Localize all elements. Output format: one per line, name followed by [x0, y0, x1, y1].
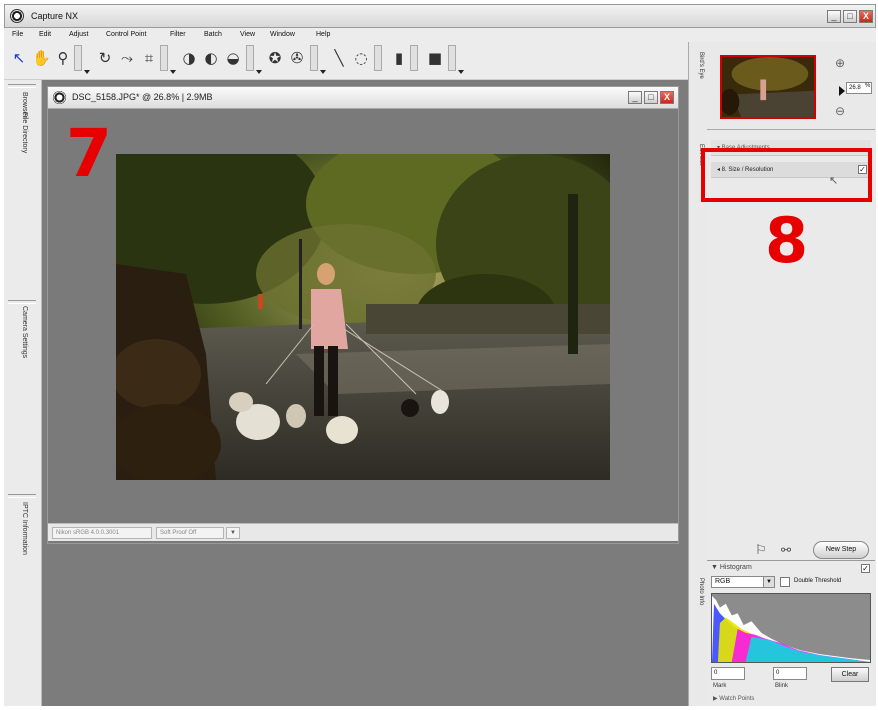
new-step-button[interactable]: New Step — [813, 541, 869, 559]
toolbar-handle[interactable] — [246, 45, 254, 71]
white-point-icon[interactable]: ◐ — [202, 47, 220, 69]
menu-view[interactable]: View — [240, 31, 255, 38]
toolbar-handle[interactable] — [410, 45, 418, 71]
menu-batch[interactable]: Batch — [204, 31, 222, 38]
chevron-down-icon[interactable]: ▼ — [226, 527, 240, 539]
red-eye-icon[interactable]: ✪ — [266, 47, 284, 69]
panel-divider — [8, 84, 36, 88]
zoom-unit: % — [865, 83, 871, 89]
capture-nx-logo-icon — [53, 91, 66, 104]
chevron-down-icon[interactable] — [256, 70, 262, 74]
clear-button[interactable]: Clear — [831, 667, 869, 682]
tab-iptc-information[interactable]: IPTC Information — [14, 502, 28, 555]
minimize-button[interactable]: _ — [827, 10, 841, 23]
menu-adjust[interactable]: Adjust — [69, 31, 88, 38]
zoom-out-icon[interactable]: ⊖ — [835, 104, 845, 118]
double-threshold-checkbox[interactable] — [780, 577, 790, 587]
tab-file-directory[interactable]: File Directory — [14, 112, 28, 153]
histogram-min-field[interactable]: 0 — [711, 667, 745, 680]
menu-filter[interactable]: Filter — [170, 31, 186, 38]
zoom-icon[interactable]: ⚲ — [54, 47, 72, 69]
app-title: Capture NX — [31, 11, 79, 21]
birds-eye-thumbnail[interactable] — [720, 55, 816, 119]
neutral-point-icon[interactable]: ◒ — [224, 47, 242, 69]
watch-points-section[interactable]: ▶ Watch Points — [713, 695, 754, 702]
right-panel: Bird's Eye Edit List Photo Info ⊕ 26.8 %… — [688, 42, 876, 706]
histogram-panel: ▼ Histogram ✓ RGB ▼ Double Threshold 0 0… — [707, 560, 875, 706]
menu-control-point[interactable]: Control Point — [106, 31, 146, 38]
maximize-button[interactable]: □ — [843, 10, 857, 23]
menu-file[interactable]: File — [12, 31, 23, 38]
lasso-icon[interactable]: ◌ — [352, 47, 370, 69]
doc-minimize-button[interactable]: _ — [628, 91, 642, 104]
histogram-max-field[interactable]: 0 — [773, 667, 807, 680]
step-number-8: 8 — [765, 204, 809, 277]
soft-proof-select[interactable]: Soft Proof Off — [156, 527, 224, 539]
panel-divider — [8, 494, 36, 498]
workspace: DSC_5158.JPG* @ 26.8% | 2.9MB _ □ X 7 Ni… — [42, 80, 688, 706]
close-button[interactable]: X — [859, 10, 873, 23]
tab-birds-eye[interactable]: Bird's Eye — [692, 52, 704, 79]
zoom-pointer-icon[interactable] — [839, 86, 845, 96]
color-point-icon[interactable]: ✇ — [288, 47, 306, 69]
arrow-select-icon[interactable]: ↖ — [10, 47, 28, 69]
control-point-icon[interactable]: ⚐ — [755, 542, 767, 558]
app-title-bar: Capture NX _ □ X — [4, 4, 876, 28]
document-title-bar: DSC_5158.JPG* @ 26.8% | 2.9MB _ □ X — [48, 87, 678, 109]
highlight-box — [701, 148, 872, 202]
chevron-down-icon[interactable] — [320, 70, 326, 74]
left-panel: Browser File Directory Camera Settings I… — [4, 80, 42, 706]
histogram-title[interactable]: ▼ Histogram — [711, 564, 752, 571]
menu-bar: File Edit Adjust Control Point Filter Ba… — [4, 28, 876, 42]
square-icon[interactable]: ■ — [426, 47, 444, 69]
channel-select[interactable]: RGB ▼ — [711, 576, 775, 588]
link-icon[interactable]: ⚯ — [781, 543, 791, 557]
toolbar: ↖ ✋ ⚲ ↻ ⤳ ⌗ ◑ ◐ ◒ ✪ ✇ ╲ ◌ ▮ ■ — [4, 42, 688, 80]
document-window: DSC_5158.JPG* @ 26.8% | 2.9MB _ □ X 7 Ni… — [47, 86, 679, 544]
straighten-icon[interactable]: ⤳ — [118, 47, 136, 69]
toolbar-handle[interactable] — [160, 45, 168, 71]
hand-icon[interactable]: ✋ — [32, 47, 51, 69]
double-threshold-label: Double Threshold — [794, 578, 842, 584]
toolbar-handle[interactable] — [310, 45, 318, 71]
black-point-icon[interactable]: ◑ — [180, 47, 198, 69]
chevron-down-icon[interactable] — [84, 70, 90, 74]
doc-maximize-button[interactable]: □ — [644, 91, 658, 104]
birds-eye-panel: ⊕ 26.8 % ⊖ — [707, 42, 875, 130]
crop-icon[interactable]: ⌗ — [140, 47, 158, 69]
menu-window[interactable]: Window — [270, 31, 295, 38]
image-canvas[interactable]: 7 — [48, 109, 678, 523]
toolbar-handle[interactable] — [74, 45, 82, 71]
zoom-in-icon[interactable]: ⊕ — [835, 56, 845, 70]
rotate-icon[interactable]: ↻ — [96, 47, 114, 69]
edit-list-panel: ▾ Base Adjustments ◂ 8. Size / Resolutio… — [701, 134, 875, 568]
capture-nx-logo-icon — [10, 9, 24, 23]
chevron-down-icon[interactable]: ▼ — [763, 577, 774, 587]
brush-icon[interactable]: ╲ — [330, 47, 348, 69]
photo — [116, 154, 610, 480]
toolbar-handle[interactable] — [448, 45, 456, 71]
histogram-min-caption: Mark — [713, 683, 727, 689]
menu-edit[interactable]: Edit — [39, 31, 51, 38]
histogram-graph — [711, 593, 871, 663]
document-title: DSC_5158.JPG* @ 26.8% | 2.9MB — [72, 92, 213, 102]
tab-camera-settings[interactable]: Camera Settings — [14, 306, 28, 358]
panel-divider — [8, 300, 36, 304]
doc-close-button[interactable]: X — [660, 91, 674, 104]
channel-value: RGB — [715, 578, 731, 585]
menu-help[interactable]: Help — [316, 31, 330, 38]
histogram-enable-checkbox[interactable]: ✓ — [861, 564, 870, 573]
fill-icon[interactable]: ▮ — [390, 47, 408, 69]
histogram-max-caption: Blink — [775, 683, 789, 689]
tab-photo-info[interactable]: Photo Info — [692, 578, 704, 605]
color-profile-field: Nikon sRGB 4.0.0.3001 — [52, 527, 152, 539]
toolbar-handle[interactable] — [374, 45, 382, 71]
document-status-bar: Nikon sRGB 4.0.0.3001 Soft Proof Off ▼ — [48, 523, 678, 541]
chevron-down-icon[interactable] — [170, 70, 176, 74]
chevron-down-icon[interactable] — [458, 70, 464, 74]
step-number-7: 7 — [66, 115, 112, 192]
